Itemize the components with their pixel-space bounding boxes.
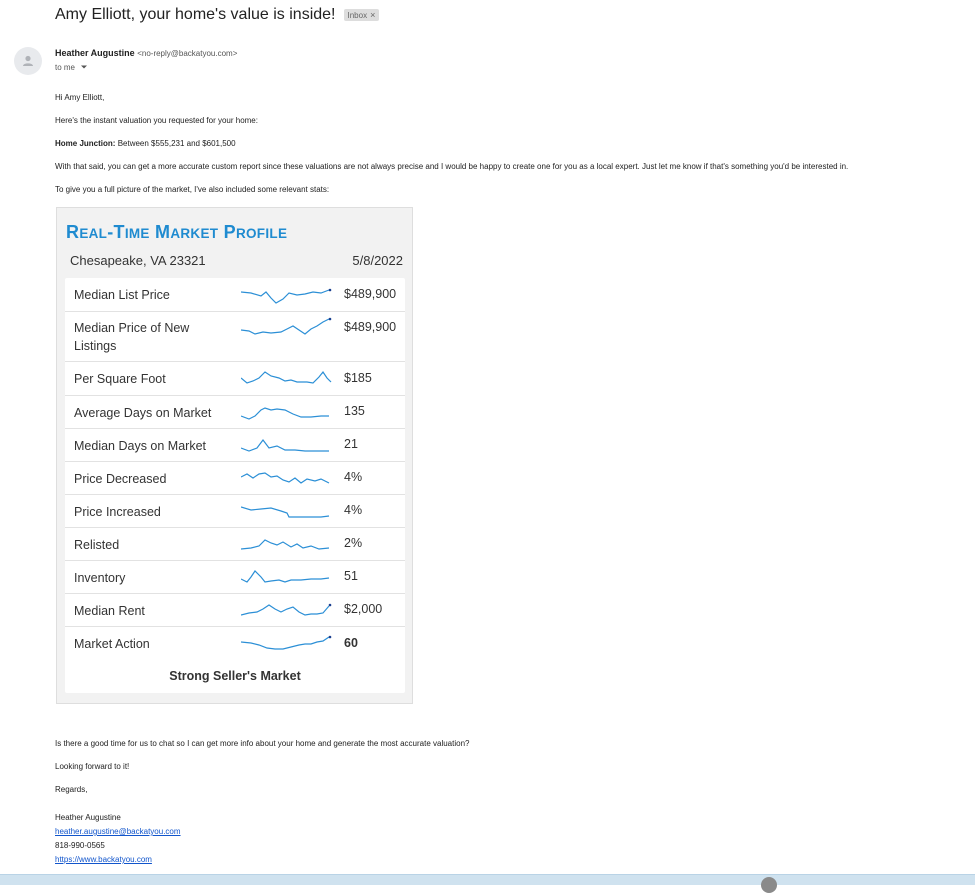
- stat-value: 21: [344, 437, 358, 451]
- sparkline-per-square-foot: [241, 370, 332, 384]
- sparkline-average-days: [241, 407, 329, 420]
- sender-info: Heather Augustine <no-reply@backatyou.co…: [55, 48, 237, 58]
- stat-label: Median List Price: [74, 288, 170, 302]
- sender-email: <no-reply@backatyou.com>: [137, 49, 238, 58]
- question-text: Is there a good time for us to chat so I…: [55, 739, 470, 748]
- user-avatar-thumbnail[interactable]: [761, 877, 777, 893]
- stat-label: Inventory: [74, 571, 126, 585]
- stat-value: $2,000: [344, 602, 383, 616]
- recipient-details[interactable]: to me: [55, 63, 88, 72]
- stat-label: Median Rent: [74, 604, 145, 618]
- person-icon: [23, 55, 33, 66]
- stat-value: 2%: [344, 536, 363, 550]
- market-date: 5/8/2022: [352, 253, 403, 268]
- market-profile-card: REAL-TIME MARKET PROFILE Chesapeake, VA …: [56, 207, 413, 704]
- stat-row-market-action: Market Action 60: [65, 627, 405, 660]
- stat-row-median-price-new-listings: Median Price of New Listings $489,900: [65, 312, 405, 362]
- greeting: Hi Amy Elliott,: [55, 93, 105, 102]
- stat-value: 60: [344, 636, 358, 650]
- stat-row-median-list-price: Median List Price $489,900: [65, 278, 405, 312]
- sparkline-median-price-new-listings: [241, 317, 332, 335]
- signature-name: Heather Augustine: [55, 813, 121, 822]
- reply-bar: [0, 874, 975, 885]
- valuation-line: Home Junction: Between $555,231 and $601…: [55, 139, 236, 148]
- stat-value: $185: [344, 371, 372, 385]
- signature-website-link[interactable]: https://www.backatyou.com: [55, 855, 152, 864]
- paragraph-custom-report: With that said, you can get a more accur…: [55, 162, 849, 171]
- remove-label-icon[interactable]: ×: [370, 10, 375, 20]
- subject-text: Amy Elliott, your home's value is inside…: [55, 6, 336, 23]
- stat-value: 4%: [344, 503, 363, 517]
- stat-row-inventory: Inventory 51: [65, 561, 405, 594]
- stat-label: Market Action: [74, 637, 150, 651]
- market-verdict: Strong Seller's Market: [169, 669, 301, 683]
- sparkline-price-decreased: [241, 472, 330, 484]
- stat-value: 135: [344, 404, 365, 418]
- signature-email-link[interactable]: heather.augustine@backatyou.com: [55, 827, 181, 836]
- stat-row-median-days-on-market: Median Days on Market 21: [65, 429, 405, 462]
- stat-row-average-days-on-market: Average Days on Market 135: [65, 396, 405, 429]
- to-me-text: to me: [55, 63, 76, 72]
- intro-text: Here's the instant valuation you request…: [55, 116, 258, 125]
- sparkline-market-action: [241, 635, 332, 650]
- inbox-label-text: Inbox: [347, 10, 368, 20]
- stat-row-price-increased: Price Increased 4%: [65, 495, 405, 528]
- signature-url-line: https://www.backatyou.com: [55, 855, 152, 864]
- stat-label: Price Increased: [74, 505, 161, 519]
- stat-label: Median Price of New Listings: [74, 321, 190, 353]
- paragraph-market-intro: To give you a full picture of the market…: [55, 185, 330, 194]
- stat-value: 4%: [344, 470, 363, 484]
- stat-label: Relisted: [74, 538, 120, 552]
- stat-row-relisted: Relisted 2%: [65, 528, 405, 561]
- market-stats-table: Median List Price $489,900 Median Price …: [65, 278, 405, 693]
- sparkline-median-days: [241, 439, 329, 452]
- stat-label: Price Decreased: [74, 472, 167, 486]
- stat-value: 51: [344, 569, 358, 583]
- market-profile-title: REAL-TIME MARKET PROFILE: [66, 222, 287, 243]
- stat-label: Median Days on Market: [74, 439, 207, 453]
- signature-email-line: heather.augustine@backatyou.com: [55, 827, 181, 836]
- stat-label: Per Square Foot: [74, 372, 166, 386]
- sparkline-median-list-price: [241, 288, 332, 304]
- sparkline-median-rent: [241, 603, 332, 616]
- sender-avatar[interactable]: [14, 47, 42, 75]
- market-profile-title-text: REAL-TIME MARKET PROFILE: [66, 222, 288, 242]
- stat-value: $489,900: [344, 320, 397, 334]
- sender-name[interactable]: Heather Augustine: [55, 48, 135, 58]
- email-subject: Amy Elliott, your home's value is inside…: [55, 6, 380, 24]
- stat-row-median-rent: Median Rent $2,000: [65, 594, 405, 627]
- market-location: Chesapeake, VA 23321: [70, 253, 206, 268]
- sparkline-relisted: [241, 539, 330, 550]
- signature-phone: 818-990-0565: [55, 841, 105, 850]
- stat-label: Average Days on Market: [74, 406, 212, 420]
- sparkline-price-increased: [241, 506, 330, 518]
- stat-row-price-decreased: Price Decreased 4%: [65, 462, 405, 495]
- stat-value: $489,900: [344, 287, 397, 301]
- stat-row-per-square-foot: Per Square Foot $185: [65, 362, 405, 396]
- valuation-range: Between $555,231 and $601,500: [117, 139, 236, 148]
- chevron-down-icon: [81, 65, 88, 69]
- regards-text: Regards,: [55, 785, 88, 794]
- valuation-label: Home Junction:: [55, 139, 116, 148]
- inbox-label[interactable]: Inbox ×: [343, 9, 380, 21]
- closing-text: Looking forward to it!: [55, 762, 130, 771]
- sparkline-inventory: [241, 570, 330, 583]
